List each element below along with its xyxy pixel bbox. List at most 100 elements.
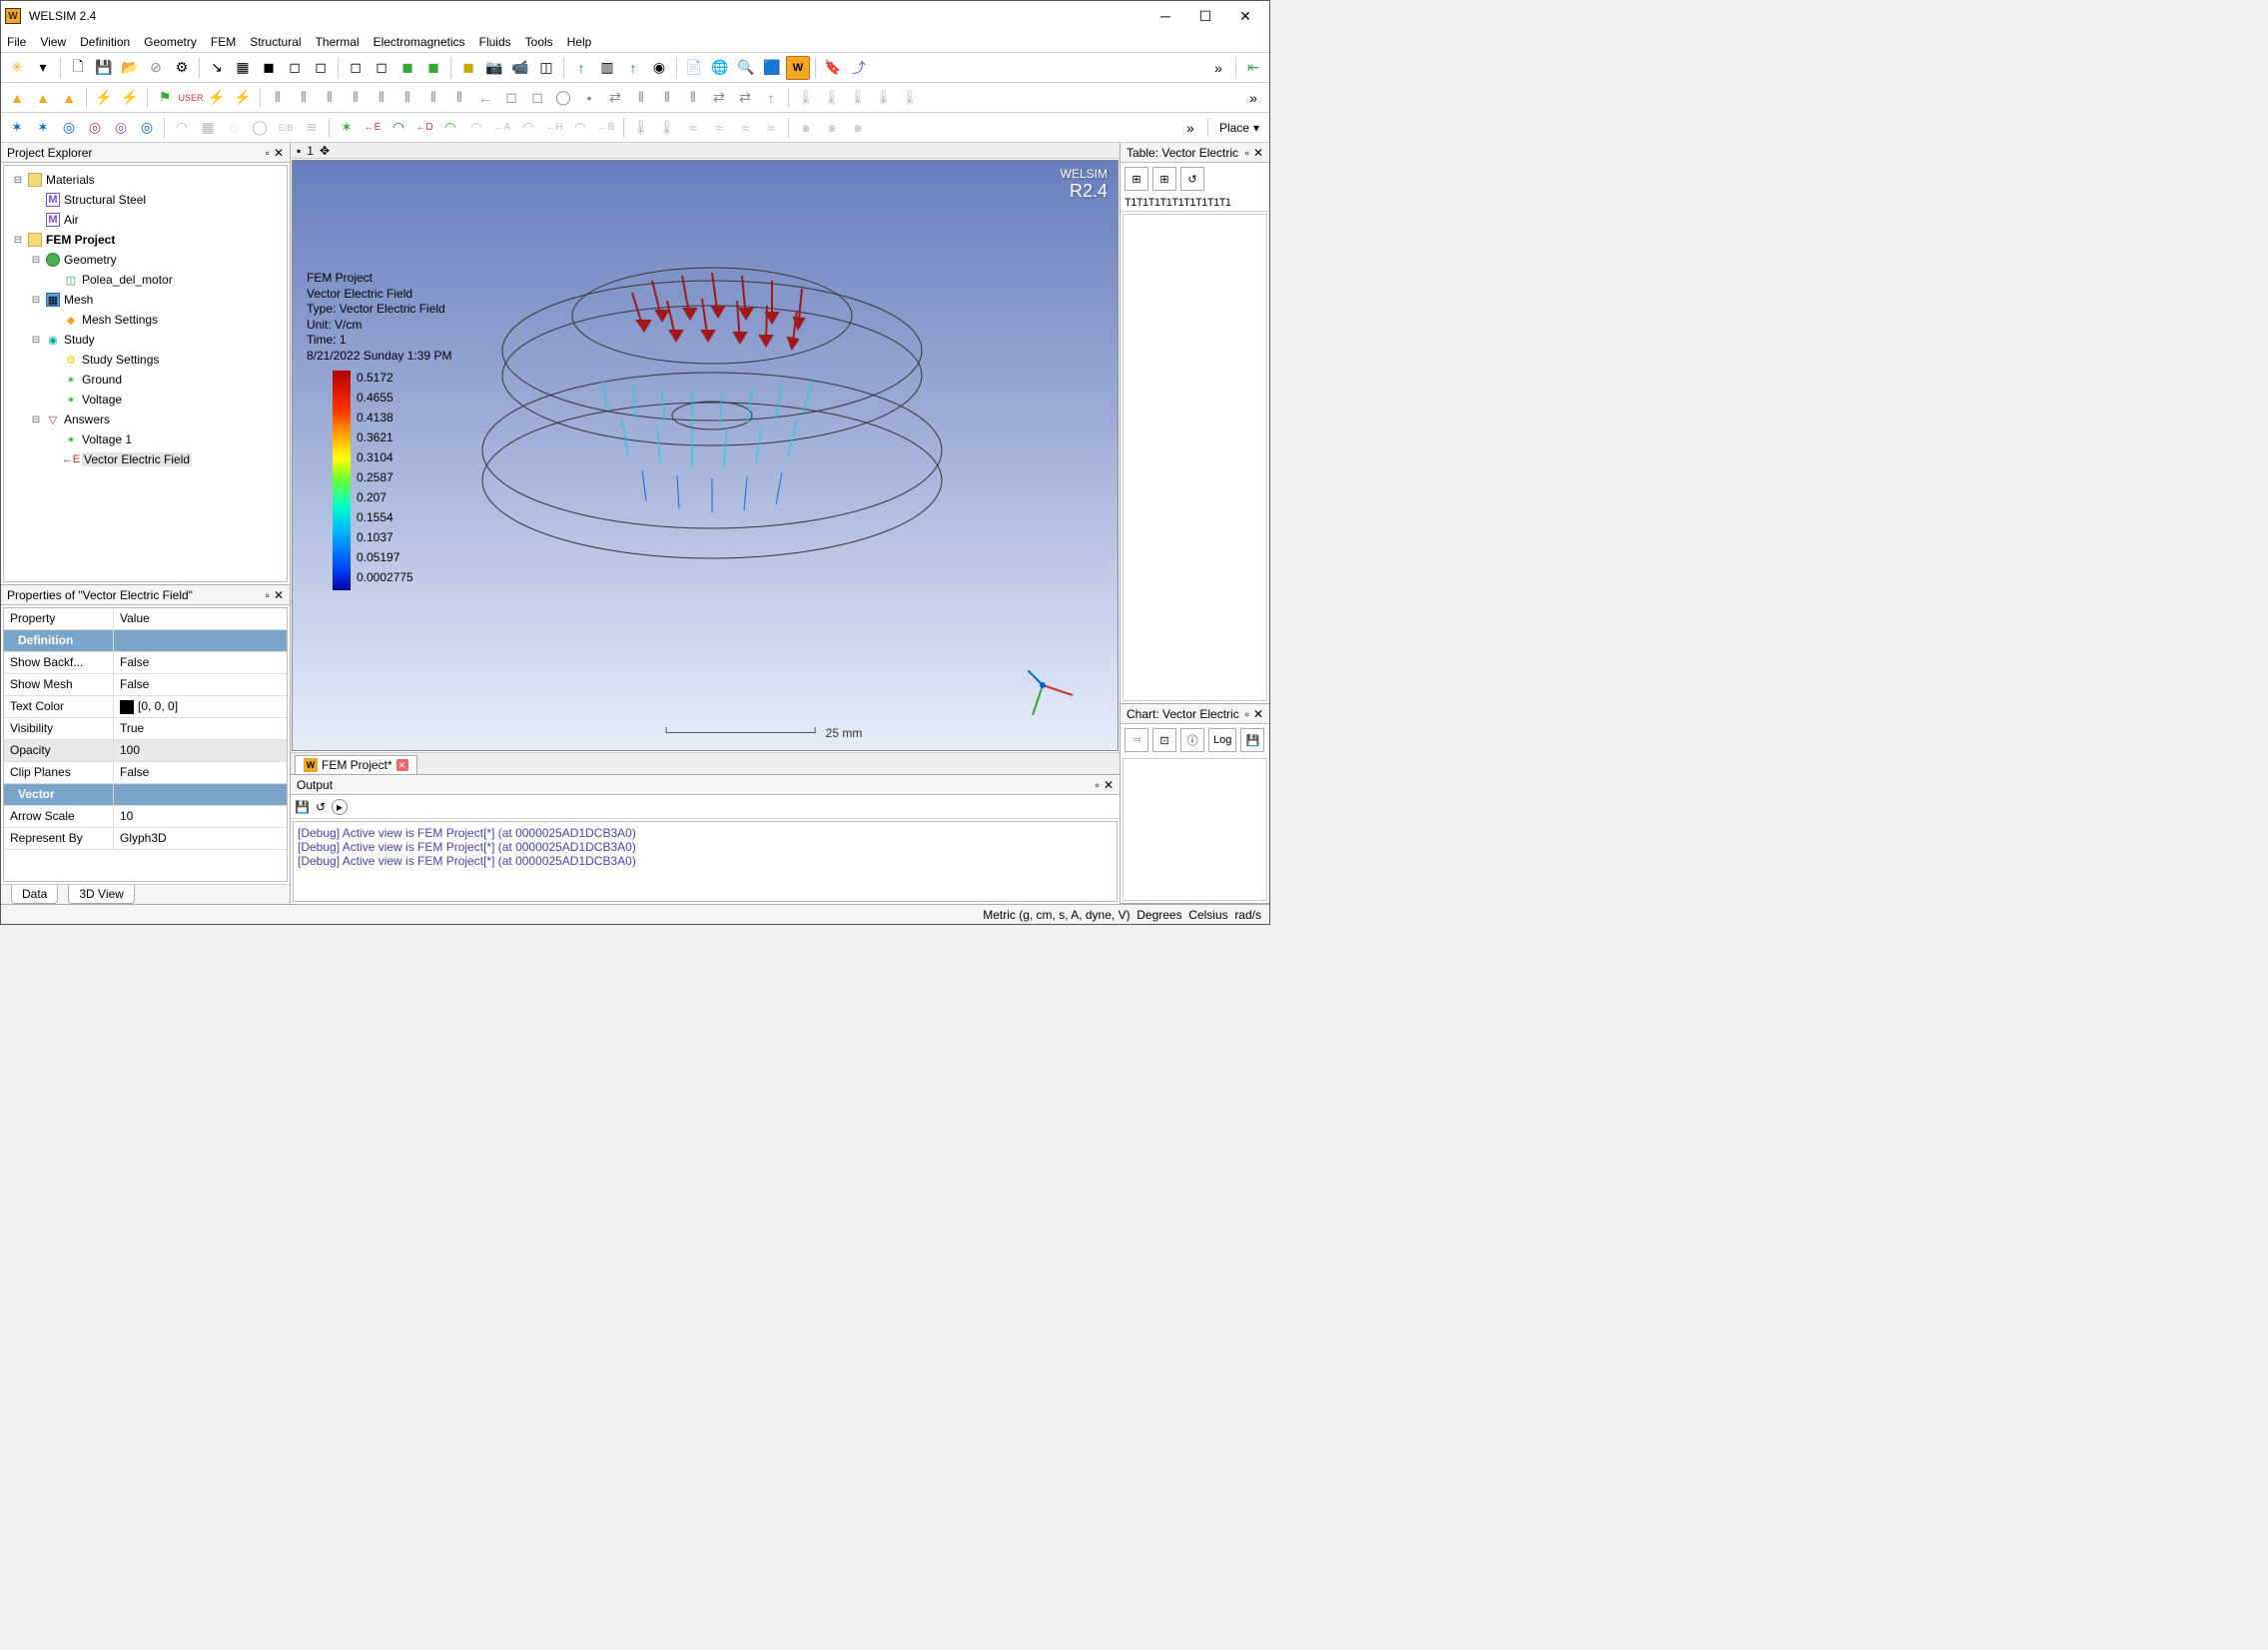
- arrow-up-2-icon[interactable]: ↑: [621, 56, 645, 80]
- prop-clip-planes-value[interactable]: False: [114, 762, 287, 783]
- bc-5-icon[interactable]: ⫴: [370, 86, 393, 110]
- arrow-h-icon[interactable]: ←H: [542, 116, 566, 140]
- run-green-icon[interactable]: ⇤: [1241, 56, 1265, 80]
- tree-mesh-settings[interactable]: ◆Mesh Settings: [48, 310, 283, 330]
- prop-opacity-value[interactable]: 100: [114, 740, 287, 761]
- note-icon[interactable]: 📄: [682, 56, 706, 80]
- box-green-1-icon[interactable]: ◼: [395, 56, 419, 80]
- solve-2-icon[interactable]: ⚡: [118, 86, 142, 110]
- minimize-button[interactable]: ─: [1145, 2, 1185, 30]
- panel-float-icon[interactable]: ▫: [1245, 707, 1249, 721]
- tree-geometry[interactable]: ⊟Geometry: [30, 250, 283, 270]
- bc-4-icon[interactable]: ⫴: [344, 86, 368, 110]
- bc-13-icon[interactable]: ⇄: [707, 86, 731, 110]
- field-d-icon[interactable]: ←D: [412, 116, 436, 140]
- table-btn-1-icon[interactable]: ⊞: [1125, 167, 1148, 191]
- chart-body[interactable]: [1123, 758, 1267, 901]
- menu-help[interactable]: Help: [567, 35, 592, 49]
- bc-box-2-icon[interactable]: ◻: [525, 86, 549, 110]
- grid-small-icon[interactable]: ▥: [595, 56, 619, 80]
- prop-show-backface-value[interactable]: False: [114, 652, 287, 673]
- output-save-icon[interactable]: 💾: [295, 800, 310, 814]
- lens-icon[interactable]: ◉: [647, 56, 671, 80]
- tree-vector-electric-field[interactable]: ←EVector Electric Field: [48, 449, 283, 469]
- eb-icon[interactable]: E/B: [274, 116, 298, 140]
- wave-grey-1-icon[interactable]: ◠: [464, 116, 488, 140]
- wave-d-icon[interactable]: ◠: [438, 116, 462, 140]
- flag-icon[interactable]: ⚑: [153, 86, 177, 110]
- bc-12-icon[interactable]: ⫴: [681, 86, 705, 110]
- chart-save-icon[interactable]: 💾: [1240, 728, 1264, 752]
- bc-1-icon[interactable]: ⫴: [266, 86, 290, 110]
- project-tab-close-icon[interactable]: ✕: [396, 759, 408, 771]
- thermo-res-1-icon[interactable]: 🌡: [629, 116, 653, 140]
- panel-close-icon[interactable]: ✕: [274, 146, 284, 160]
- table-btn-2-icon[interactable]: ⊞: [1152, 167, 1176, 191]
- flow-3-icon[interactable]: ≈: [733, 116, 757, 140]
- close-button[interactable]: ✕: [1225, 2, 1265, 30]
- thermo-5-icon[interactable]: 🌡: [898, 86, 922, 110]
- bc-8-icon[interactable]: ⫴: [447, 86, 471, 110]
- menu-fluids[interactable]: Fluids: [479, 35, 511, 49]
- tree-air[interactable]: MAir: [30, 210, 283, 230]
- menu-structural[interactable]: Structural: [250, 35, 301, 49]
- project-tab[interactable]: W FEM Project* ✕: [295, 755, 417, 774]
- res-3-icon[interactable]: ◎: [57, 116, 81, 140]
- welsim-logo-icon[interactable]: W: [786, 56, 810, 80]
- chart-log-button[interactable]: Log: [1208, 728, 1236, 752]
- menu-electromagnetics[interactable]: Electromagnetics: [374, 35, 465, 49]
- bookmark-icon[interactable]: 🔖: [821, 56, 845, 80]
- menu-tools[interactable]: Tools: [525, 35, 553, 49]
- box-yellow-icon[interactable]: ◼: [456, 56, 480, 80]
- tree-mesh[interactable]: ⊟▦Mesh: [30, 290, 283, 310]
- bolt-red-1-icon[interactable]: ⚡: [205, 86, 229, 110]
- thermo-3-icon[interactable]: 🌡: [846, 86, 870, 110]
- res-6-icon[interactable]: ◎: [135, 116, 159, 140]
- table-btn-3-icon[interactable]: ↺: [1180, 167, 1204, 191]
- split-view-icon[interactable]: ◫: [534, 56, 558, 80]
- bc-7-icon[interactable]: ⫴: [421, 86, 445, 110]
- tree-study[interactable]: ⊟◉Study: [30, 330, 283, 350]
- table-body[interactable]: [1123, 214, 1267, 701]
- toolbar-overflow-icon[interactable]: »: [1206, 56, 1230, 80]
- search-icon[interactable]: 🔍: [734, 56, 758, 80]
- box-arrow-icon[interactable]: ◻: [309, 56, 333, 80]
- bc-10-icon[interactable]: ⫴: [629, 86, 653, 110]
- res-4-icon[interactable]: ◎: [83, 116, 107, 140]
- wave-grey-2-icon[interactable]: ◠: [516, 116, 540, 140]
- panel-float-icon[interactable]: ▫: [266, 146, 270, 160]
- spiral-1-icon[interactable]: ๑: [794, 116, 818, 140]
- tree-part[interactable]: ◫Polea_del_motor: [48, 270, 283, 290]
- flow-4-icon[interactable]: ≈: [759, 116, 783, 140]
- tet-mesh-1-icon[interactable]: ▲: [5, 86, 29, 110]
- res-2-icon[interactable]: ✶: [31, 116, 55, 140]
- bc-14-icon[interactable]: ⇄: [733, 86, 757, 110]
- wifi-1-icon[interactable]: ◠: [170, 116, 194, 140]
- prop-visibility-value[interactable]: True: [114, 718, 287, 739]
- output-log[interactable]: [Debug] Active view is FEM Project[*] (a…: [293, 821, 1118, 902]
- viewport-pin-icon[interactable]: ▪: [297, 144, 301, 158]
- bc-circ-icon[interactable]: ◯: [551, 86, 575, 110]
- viewport-3d[interactable]: WELSIM R2.4 FEM Project Vector Electric …: [292, 160, 1119, 751]
- wireframe-icon[interactable]: ▦: [231, 56, 255, 80]
- viewport-tab-1[interactable]: 1: [307, 144, 314, 158]
- panel-float-icon[interactable]: ▫: [1096, 778, 1100, 792]
- solve-1-icon[interactable]: ⚡: [92, 86, 116, 110]
- arrow-b-icon[interactable]: ←B: [594, 116, 618, 140]
- project-tree[interactable]: ⊟Materials MStructural Steel MAir ⊟FEM P…: [3, 165, 288, 582]
- video-icon[interactable]: 📹: [508, 56, 532, 80]
- thermo-1-icon[interactable]: 🌡: [794, 86, 818, 110]
- close-project-icon[interactable]: ⊘: [144, 56, 168, 80]
- wave-grey-3-icon[interactable]: ◠: [568, 116, 592, 140]
- file-open-icon[interactable]: 📂: [118, 56, 142, 80]
- prop-arrow-scale-value[interactable]: 10: [114, 806, 287, 827]
- res-5-icon[interactable]: ◎: [109, 116, 133, 140]
- panel-float-icon[interactable]: ▫: [266, 588, 270, 602]
- file-new-icon[interactable]: 🗋: [66, 56, 90, 80]
- chart-btn-3-icon[interactable]: ⓘ: [1180, 728, 1204, 752]
- place-button[interactable]: Place▾: [1213, 121, 1265, 135]
- menu-view[interactable]: View: [40, 35, 66, 49]
- panel-close-icon[interactable]: ✕: [274, 588, 284, 602]
- tree-structural-steel[interactable]: MStructural Steel: [30, 190, 283, 210]
- tree-study-settings[interactable]: ⚙Study Settings: [48, 350, 283, 370]
